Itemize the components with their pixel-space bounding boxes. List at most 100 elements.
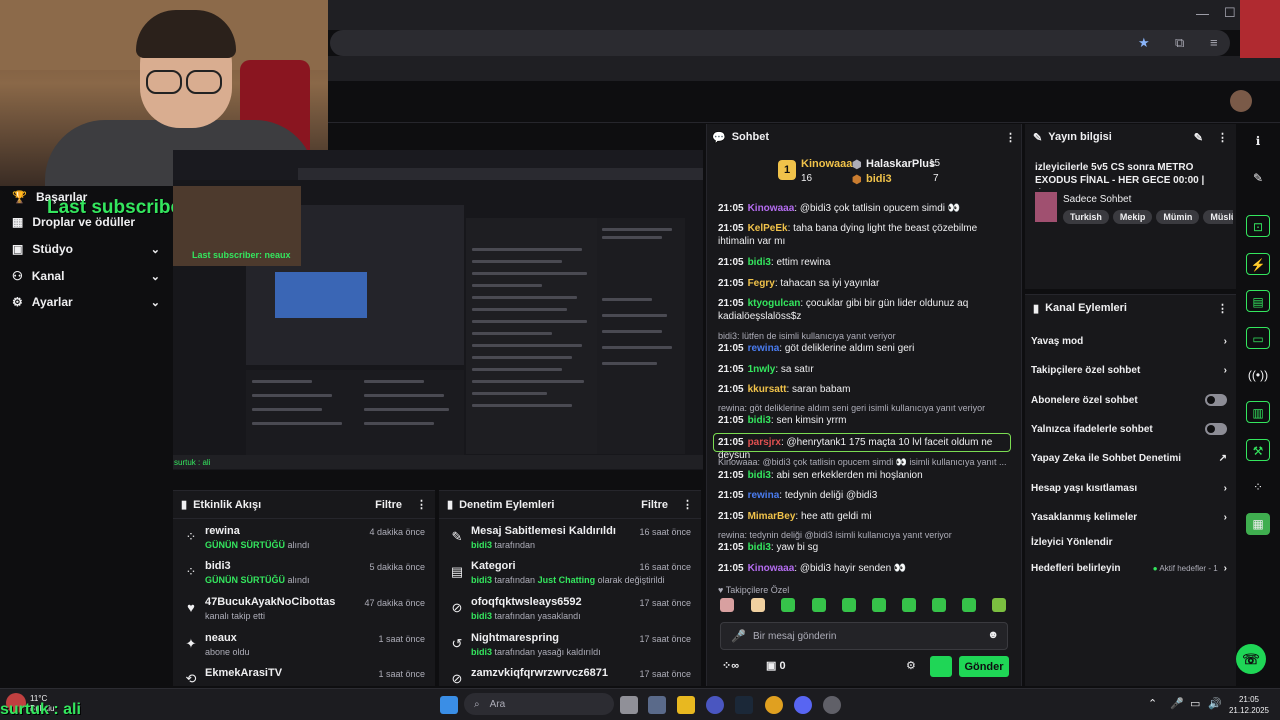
document-icon[interactable]: ▤ xyxy=(1246,290,1270,312)
message-username[interactable]: bidi3 xyxy=(748,415,771,426)
message-username[interactable]: KelPeEk xyxy=(748,223,788,234)
media-icon[interactable]: ≡ xyxy=(1210,35,1218,50)
tag[interactable]: Mekip xyxy=(1112,210,1153,224)
lightning-icon[interactable]: ⚡ xyxy=(1246,253,1270,275)
channel-points-button[interactable]: ⁘∞ xyxy=(722,659,739,672)
message-username[interactable]: rewina xyxy=(748,490,780,501)
emote[interactable] xyxy=(932,598,946,612)
clip-icon[interactable]: ⊡ xyxy=(1246,215,1270,237)
minimize-icon[interactable]: — xyxy=(1196,6,1209,21)
message-username[interactable]: ktyogulcan xyxy=(748,298,801,309)
chat-message[interactable]: 21:05 1nwly: sa satır xyxy=(718,363,1014,376)
discord-icon[interactable] xyxy=(794,696,812,714)
emote[interactable] xyxy=(962,598,976,612)
wrench-icon[interactable]: ⚒ xyxy=(1246,439,1270,461)
taskbar-search[interactable]: ⌕ Ara xyxy=(464,693,614,715)
chat-message[interactable]: 21:05 Kinowaaa: @bidi3 çok tatlisin opuce… xyxy=(718,202,1014,215)
help-icon[interactable]: ☏ xyxy=(1236,644,1266,674)
action-subscribers-only[interactable]: Abonelere özel sohbet xyxy=(1031,390,1227,410)
emote[interactable] xyxy=(842,598,856,612)
chat-input[interactable]: 🎤 Bir mesaj gönderin ☻ xyxy=(720,622,1008,650)
app-icon[interactable] xyxy=(706,696,724,714)
microphone-icon[interactable]: 🎤 xyxy=(1170,697,1184,710)
chat-message[interactable]: 21:05 kkursatt: saran babam xyxy=(718,383,1014,396)
network-icon[interactable]: ▭ xyxy=(1190,697,1200,710)
send-button[interactable]: Gönder xyxy=(959,656,1009,677)
edit-icon[interactable]: ✎ xyxy=(1246,167,1270,189)
edit-icon[interactable]: ✎ xyxy=(1194,131,1203,144)
action-ai-moderation[interactable]: Yapay Zeka ile Sohbet Denetimi ↗ xyxy=(1031,448,1227,468)
chat-message[interactable]: 21:05 bidi3: ettim rewina xyxy=(718,256,1014,269)
message-username[interactable]: Fegry xyxy=(748,278,775,289)
message-username[interactable]: Kinowaaa xyxy=(748,563,795,574)
list-item[interactable]: ▤ Kategori bidi3 tarafından Just Chattin… xyxy=(439,558,701,592)
action-goals[interactable]: Hedefleri belirleyin ● Aktif hedefler - … xyxy=(1031,558,1227,578)
chat-message[interactable]: 21:05 KelPeEk: taha bana dying light the … xyxy=(718,222,1014,248)
message-username[interactable]: MimarBey xyxy=(748,511,796,522)
channel-points-icon[interactable]: ⁘ xyxy=(1246,476,1270,498)
filter-button[interactable]: Filtre xyxy=(375,499,402,511)
action-followers-only[interactable]: Takipçilere özel sohbet › xyxy=(1031,360,1227,380)
list-item[interactable]: ⁘ rewina GÜNÜN SÜRTÜĞÜ alındı 4 dakika ö… xyxy=(173,523,435,557)
message-username[interactable]: Kinowaaa xyxy=(748,203,795,214)
action-slow-mode[interactable]: Yavaş mod › xyxy=(1031,331,1227,351)
chat-message[interactable]: 21:05 rewina: göt deliklerine aldım seni … xyxy=(718,342,1014,355)
chat-leaderboard[interactable]: 1 Kinowaaa 16 ⬢ HalaskarPlus 15 ⬢ bidi3 … xyxy=(706,152,1022,196)
tray-overflow-icon[interactable]: ⌃ xyxy=(1148,697,1157,710)
chat-message[interactable]: 21:05 MimarBey: hee attı geldi mi xyxy=(718,510,1014,523)
extensions-icon[interactable]: ⧉ xyxy=(1175,35,1184,51)
emote[interactable] xyxy=(720,598,734,612)
action-emote-only[interactable]: Yalnızca ifadelerle sohbet xyxy=(1031,419,1227,439)
message-username[interactable]: bidi3 xyxy=(748,470,771,481)
emote[interactable] xyxy=(872,598,886,612)
chat-message[interactable]: 21:05 bidi3: abi sen erkeklerden mi hoşla… xyxy=(718,469,1014,482)
filter-button[interactable]: Filtre xyxy=(641,499,668,511)
message-username[interactable]: kkursatt xyxy=(748,384,787,395)
volume-icon[interactable]: 🔊 xyxy=(1208,697,1222,710)
chat-bubble-icon[interactable]: ▭ xyxy=(1246,327,1270,349)
info-icon[interactable]: ℹ xyxy=(1246,130,1270,152)
chrome-icon[interactable] xyxy=(765,696,783,714)
list-item[interactable]: ⟲ EkmekArasiTV 1 saat önce xyxy=(173,665,435,685)
chat-message[interactable]: 21:05 Kinowaaa: @bidi3 hayir senden 👀 xyxy=(718,562,1014,575)
more-options-icon[interactable]: ⋮ xyxy=(1217,131,1228,144)
list-item[interactable]: ⊘ zamzvkiqfqrwrzwrvcz6871 17 saat önce xyxy=(439,665,701,685)
emoji-icon[interactable]: ☻ xyxy=(987,629,999,641)
message-username[interactable]: rewina xyxy=(748,343,780,354)
sidebar-item-settings[interactable]: ⚙ Ayarlar ⌄ xyxy=(12,291,162,313)
emote[interactable] xyxy=(751,598,765,612)
broadcast-icon[interactable]: ((•)) xyxy=(1246,364,1270,386)
calculator-icon[interactable] xyxy=(648,696,666,714)
rewards-button[interactable]: ▣ 0 xyxy=(766,659,786,672)
extension-icon[interactable]: ▦ xyxy=(1246,513,1270,535)
list-item[interactable]: ♥ 47BucukAyakNoCibottas kanalı takip ett… xyxy=(173,594,435,628)
tag[interactable]: Mümin xyxy=(1156,210,1200,224)
list-item[interactable]: ✎ Mesaj Sabitlemesi Kaldırıldı bidi3 tar… xyxy=(439,523,701,557)
emote-picker-button[interactable] xyxy=(930,656,952,677)
action-account-age[interactable]: Hesap yaşı kısıtlaması › xyxy=(1031,478,1227,498)
message-username[interactable]: bidi3 xyxy=(748,257,771,268)
chat-message[interactable]: 21:05 bidi3: sen kimsin yrrm xyxy=(718,414,1014,427)
sidebar-item-studio[interactable]: ▣ Stüdyo ⌄ xyxy=(12,238,162,260)
emote-only-toggle[interactable] xyxy=(1205,423,1227,435)
message-username[interactable]: bidi3 xyxy=(748,542,771,553)
chat-settings-icon[interactable]: ⚙ xyxy=(906,659,916,672)
user-avatar[interactable] xyxy=(1230,90,1252,112)
address-bar[interactable]: ★ ⧉ ≡ xyxy=(330,30,1230,56)
tag[interactable]: Müslüm xyxy=(1203,210,1233,224)
maximize-icon[interactable]: ☐ xyxy=(1224,5,1236,21)
chat-message[interactable]: 21:05 Fegry: tahacan sa iyi yayınlar xyxy=(718,277,1014,290)
more-options-icon[interactable]: ⋮ xyxy=(1217,302,1228,315)
more-options-icon[interactable]: ⋮ xyxy=(1005,131,1016,144)
start-icon[interactable] xyxy=(440,696,458,714)
obs-icon[interactable] xyxy=(823,696,841,714)
action-raid[interactable]: İzleyici Yönlendir xyxy=(1031,532,1227,552)
list-item[interactable]: ⊘ ofoqfqktwsleays6592 bidi3 tarafından y… xyxy=(439,594,701,628)
list-item[interactable]: ⁘ bidi3 GÜNÜN SÜRTÜĞÜ alındı 5 dakika ön… xyxy=(173,558,435,592)
tag[interactable]: Turkish xyxy=(1063,210,1109,224)
bookmark-star-icon[interactable]: ★ xyxy=(1138,35,1150,51)
chat-message[interactable]: 21:05 bidi3: yaw bi sg xyxy=(718,541,1014,554)
subscribers-only-toggle[interactable] xyxy=(1205,394,1227,406)
more-options-icon[interactable]: ⋮ xyxy=(682,498,693,511)
steam-icon[interactable] xyxy=(735,696,753,714)
